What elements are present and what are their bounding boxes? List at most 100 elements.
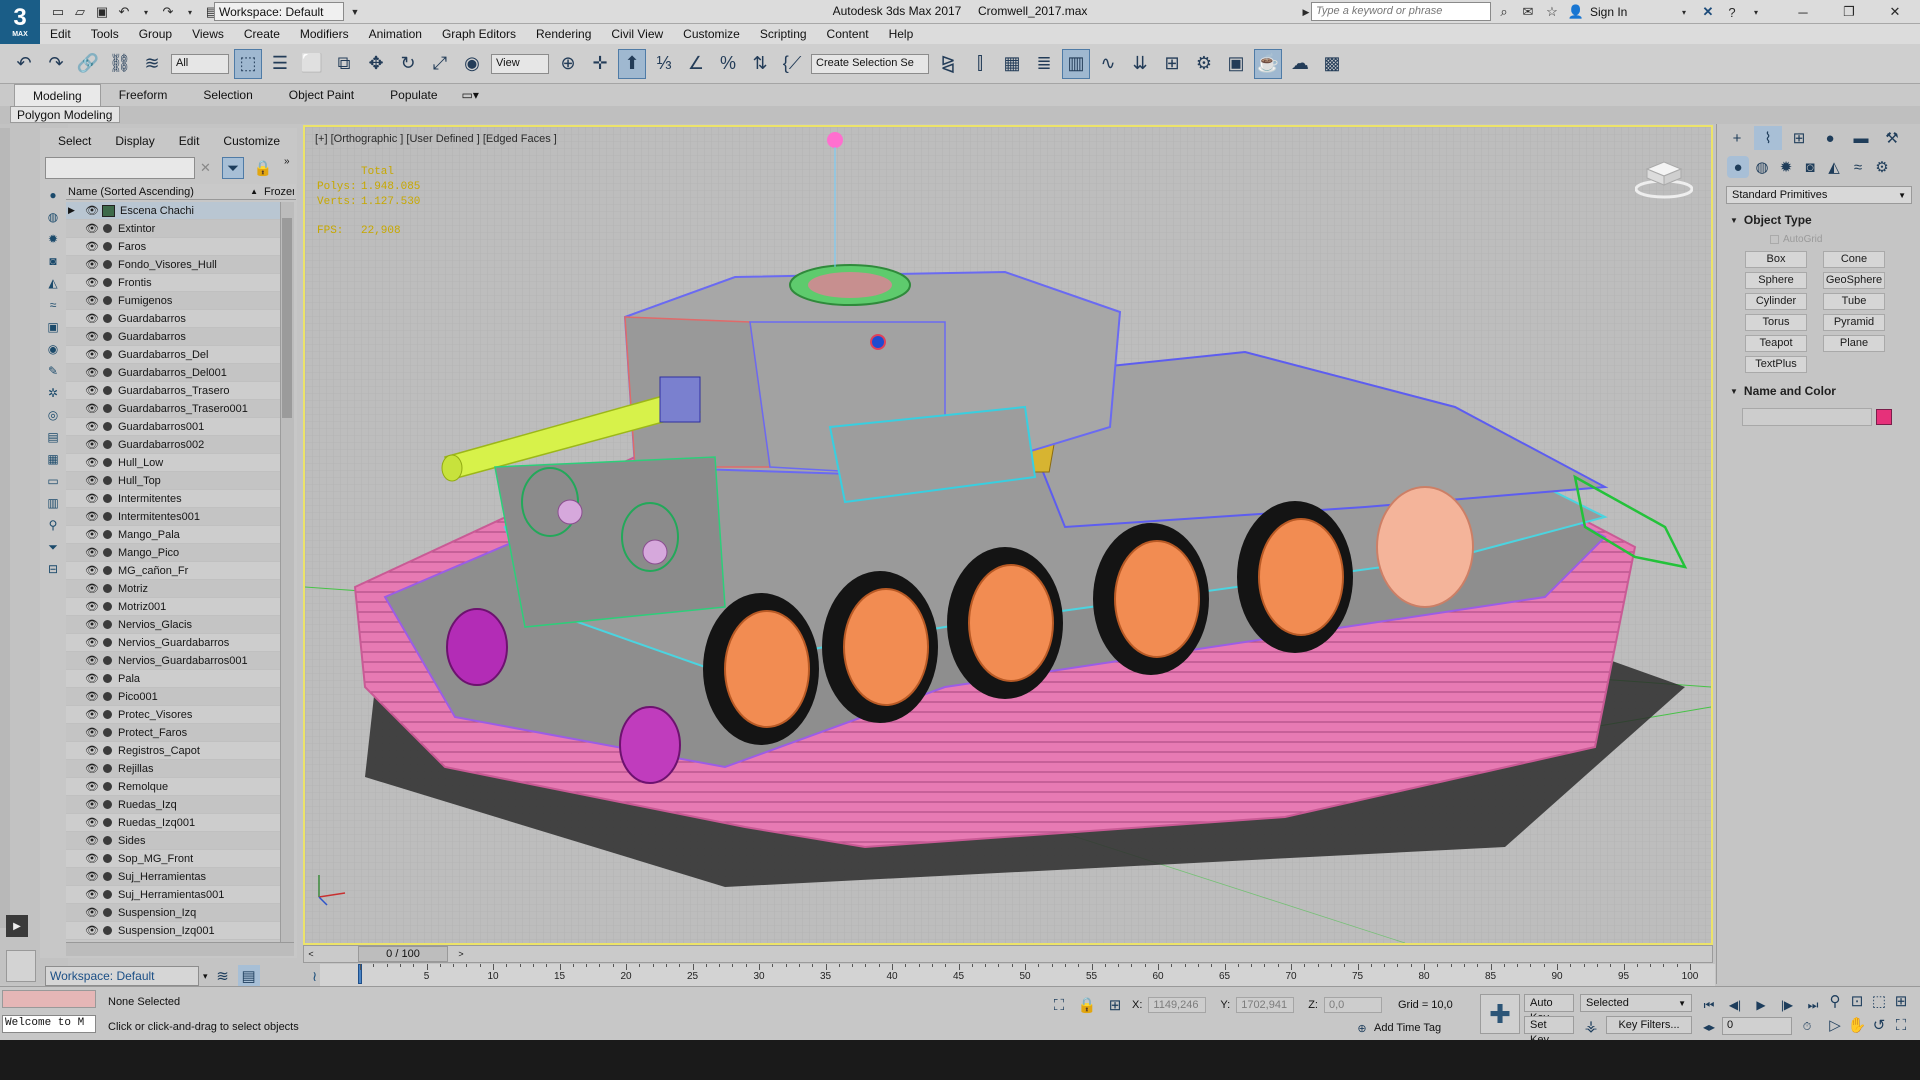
maximize-viewport-icon[interactable]: ⛶ [1890,1014,1912,1036]
list-item[interactable]: 👁 Ruedas_Izq001 [66,814,280,832]
visibility-eye-icon[interactable]: 👁 [84,258,100,271]
menu-tools[interactable]: Tools [81,24,129,44]
visibility-eye-icon[interactable]: 👁 [84,924,100,937]
display-helpers-icon[interactable]: ◭ [44,274,62,292]
visibility-eye-icon[interactable]: 👁 [84,582,100,595]
exchange-apps-icon[interactable]: ✕ [1698,2,1718,22]
minimize-icon[interactable]: ─ [1780,0,1826,24]
name-color-rollout-header[interactable]: ▼ Name and Color [1730,384,1910,398]
cameras-category-icon[interactable]: ◙ [1799,156,1821,178]
list-item[interactable]: 👁 Suspension_Izq001 [66,922,280,940]
primitive-type-dropdown[interactable]: Standard Primitives ▼ [1726,186,1912,204]
visibility-eye-icon[interactable]: 👁 [84,672,100,685]
display-frozen-icon[interactable]: ▤ [44,428,62,446]
menu-modifiers[interactable]: Modifiers [290,24,359,44]
visibility-eye-icon[interactable]: 👁 [84,654,100,667]
new-file-icon[interactable]: ▭ [48,2,68,22]
display-lights-icon[interactable]: ✹ [44,230,62,248]
visibility-eye-icon[interactable]: 👁 [84,294,100,307]
visibility-eye-icon[interactable]: 👁 [84,816,100,829]
go-to-start-icon[interactable]: ⏮ [1698,994,1720,1016]
render-production-icon[interactable]: ☕ [1254,48,1282,79]
undo-icon[interactable]: ↶ [114,2,134,22]
visibility-eye-icon[interactable]: 👁 [84,510,100,523]
visibility-eye-icon[interactable]: 👁 [84,618,100,631]
list-item[interactable]: 👁 Hull_Low [66,454,280,472]
autogrid-checkbox[interactable]: AutoGrid [1770,234,1822,245]
visibility-eye-icon[interactable]: 👁 [84,888,100,901]
list-item[interactable]: 👁 Nervios_Guardabarros [66,634,280,652]
save-icon[interactable]: ▣ [92,2,112,22]
list-item[interactable]: 👁 Ruedas_Izq [66,796,280,814]
tab-object-paint[interactable]: Object Paint [271,84,372,106]
select-object-icon[interactable]: ⬚ [234,48,262,79]
teapot-button[interactable]: Teapot [1745,335,1807,352]
ribbon-options-icon[interactable]: ▭▾ [456,84,485,106]
time-tag-icon[interactable]: ⊕ [1354,1020,1370,1036]
undo-dropdown-icon[interactable]: ▾ [136,2,156,22]
explorer-search-input[interactable] [45,157,195,179]
visibility-eye-icon[interactable]: 👁 [84,708,100,721]
bind-space-warp-icon[interactable]: ≋ [138,49,166,79]
list-item[interactable]: 👁 Fumigenos [66,292,280,310]
visibility-eye-icon[interactable]: 👁 [84,348,100,361]
material-editor-icon[interactable]: ⊞ [1158,49,1186,79]
explorer-menu-customize[interactable]: Customize [211,130,292,152]
list-item[interactable]: 👁 Pala [66,670,280,688]
help-icon[interactable]: ? [1722,2,1742,22]
visibility-eye-icon[interactable]: 👁 [84,330,100,343]
visibility-eye-icon[interactable]: 👁 [84,456,100,469]
visibility-eye-icon[interactable]: 👁 [84,600,100,613]
maxscript-listener-pink[interactable] [2,990,96,1008]
visibility-eye-icon[interactable]: 👁 [84,312,100,325]
mirror-icon[interactable]: ⧎ [934,49,962,79]
list-item[interactable]: 👁 Guardabarros_Trasero [66,382,280,400]
previous-frame-icon[interactable]: ◀| [1724,994,1746,1016]
shapes-category-icon[interactable]: ◍ [1751,156,1773,178]
display-hidden-icon[interactable]: ◎ [44,406,62,424]
menu-views[interactable]: Views [182,24,234,44]
display-geometry-icon[interactable]: ● [44,186,62,204]
absolute-mode-icon[interactable]: ⊞ [1104,994,1126,1016]
undo-tool-icon[interactable]: ↶ [10,49,38,79]
list-item[interactable]: 👁 Sop_MG_Front [66,850,280,868]
list-item[interactable]: 👁 Motriz [66,580,280,598]
binoculars-icon[interactable]: ⌕ [1494,2,1514,22]
object-color-swatch[interactable] [1876,409,1892,425]
display-shapes-icon[interactable]: ◍ [44,208,62,226]
object-type-rollout-header[interactable]: ▼ Object Type [1730,213,1910,227]
geometry-category-icon[interactable]: ● [1727,156,1749,178]
sign-in-dropdown-icon[interactable]: ▾ [1674,2,1694,22]
pan-view-icon[interactable]: ✋ [1846,1014,1868,1036]
y-coordinate-field[interactable]: 1702,941 [1236,997,1295,1013]
go-to-end-icon[interactable]: ⏭ [1802,994,1824,1016]
space-warps-category-icon[interactable]: ≈ [1847,156,1869,178]
render-in-cloud-icon[interactable]: ☁ [1286,49,1314,79]
column-frozen[interactable]: Frozen [264,186,294,198]
display-groups-icon[interactable]: ▣ [44,318,62,336]
visibility-eye-icon[interactable]: 👁 [84,762,100,775]
geosphere-button[interactable]: GeoSphere [1823,272,1885,289]
pivot-center-icon[interactable]: ⊕ [554,49,582,79]
list-item[interactable]: 👁 Sides [66,832,280,850]
list-item[interactable]: 👁 Suspension_Izq [66,904,280,922]
render-setup-icon[interactable]: ⚙ [1190,49,1218,79]
explorer-menu-edit[interactable]: Edit [167,130,212,152]
visibility-eye-icon[interactable]: 👁 [84,726,100,739]
next-frame-icon[interactable]: |▶ [1776,994,1798,1016]
list-item[interactable]: 👁 Protect_Faros [66,724,280,742]
align-icon[interactable]: ⫿ [966,49,994,79]
communication-center-icon[interactable]: ✉ [1518,2,1538,22]
unlink-icon[interactable]: ⛓ [106,49,134,79]
select-by-name-icon[interactable]: ☰ [266,49,294,79]
workspace-dropdown-arrow-icon[interactable]: ▾ [203,971,208,982]
select-and-scale-icon[interactable]: ⤢ [426,49,454,79]
visibility-eye-icon[interactable]: 👁 [84,240,100,253]
display-space-warps-icon[interactable]: ≈ [44,296,62,314]
lock-icon[interactable]: 🔒 [252,157,274,179]
menu-civil-view[interactable]: Civil View [601,24,673,44]
rectangular-selection-icon[interactable]: ⬜ [298,49,326,79]
schematic-view-icon[interactable]: ⇊ [1126,49,1154,79]
menu-customize[interactable]: Customize [673,24,750,44]
add-time-tag[interactable]: Add Time Tag [1374,1022,1441,1034]
